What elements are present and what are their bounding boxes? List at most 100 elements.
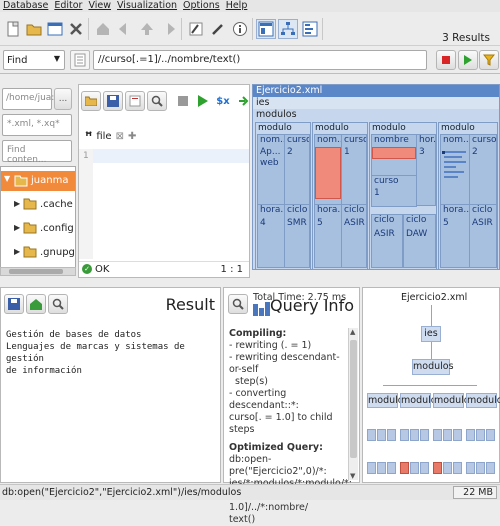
menu-help[interactable]: Help bbox=[223, 0, 251, 12]
mode-select[interactable]: Find ▼ bbox=[3, 50, 65, 70]
map-cell[interactable]: ciclo bbox=[371, 214, 403, 268]
save-result-icon[interactable] bbox=[4, 294, 24, 314]
highlighted-cell[interactable] bbox=[315, 147, 341, 199]
menu-editor[interactable]: Editor bbox=[51, 0, 85, 12]
file-tree-item[interactable]: .gnupg bbox=[40, 247, 75, 258]
tree-node-modulo[interactable]: modulo bbox=[367, 393, 404, 408]
map-cell[interactable]: curso bbox=[284, 134, 310, 206]
collapsed-icon: ▶ bbox=[14, 199, 21, 208]
map-modulos[interactable]: modulos bbox=[253, 109, 499, 121]
folder-icon bbox=[14, 175, 28, 187]
tree-view-icon[interactable] bbox=[278, 19, 298, 39]
horizontal-scrollbar[interactable] bbox=[0, 267, 76, 276]
save-icon[interactable] bbox=[103, 91, 123, 111]
search-icon[interactable] bbox=[48, 294, 68, 314]
map-view[interactable]: Ejercicio2.xml ies modulos modulo nom...… bbox=[252, 84, 500, 270]
tab-label: file bbox=[96, 130, 112, 142]
file-tree-item[interactable]: juanma bbox=[31, 175, 68, 186]
editor-status: ✓ OK 1 : 1 bbox=[79, 261, 249, 277]
map-cell[interactable]: curso bbox=[469, 134, 497, 206]
timing-chart-icon bbox=[253, 302, 271, 316]
map-cell[interactable]: hora... bbox=[314, 204, 342, 268]
home-icon[interactable] bbox=[93, 19, 113, 39]
save-as-icon[interactable] bbox=[125, 91, 145, 111]
menu-visualization[interactable]: Visualization bbox=[114, 0, 180, 12]
up-icon[interactable] bbox=[137, 19, 157, 39]
map-cell-value: ASIR bbox=[472, 218, 493, 228]
properties-icon[interactable] bbox=[45, 19, 65, 39]
filter-button[interactable] bbox=[479, 50, 499, 70]
search-icon[interactable] bbox=[147, 91, 167, 111]
map-cell[interactable]: ciclo bbox=[469, 204, 497, 268]
info-step: curso[. = 1.0] to child steps bbox=[229, 412, 333, 435]
code-editor[interactable] bbox=[95, 149, 249, 259]
open-file-icon[interactable] bbox=[81, 91, 101, 111]
close-tab-icon[interactable]: ⊠ bbox=[116, 131, 124, 142]
info-step: - rewriting (. = 1) bbox=[229, 340, 312, 351]
info-title: Query Info bbox=[270, 296, 354, 315]
map-cell[interactable]: nom... bbox=[440, 134, 470, 206]
result-panel: Result Gestión de bases de datos Lenguaj… bbox=[0, 287, 221, 483]
tree-node-modulo[interactable]: modulo bbox=[466, 393, 500, 408]
map-cell[interactable]: ciclo bbox=[341, 204, 367, 268]
map-cell[interactable]: ciclo bbox=[284, 204, 310, 268]
map-cell[interactable]: hor... bbox=[416, 134, 436, 206]
add-tab-icon[interactable]: ✚ bbox=[128, 131, 136, 142]
edit-icon[interactable] bbox=[186, 19, 206, 39]
find-content-field[interactable]: Find conten... bbox=[2, 140, 72, 165]
tree-leaf-row[interactable] bbox=[367, 462, 497, 476]
vertical-scrollbar[interactable]: ▲ ▼ bbox=[348, 328, 358, 480]
results-count: 3 Results bbox=[442, 32, 490, 44]
forward-icon[interactable] bbox=[159, 19, 179, 39]
map-cell-value: 3 bbox=[419, 147, 425, 157]
filter-icon[interactable] bbox=[208, 19, 228, 39]
tree-root[interactable]: Ejercicio2.xml bbox=[401, 292, 467, 303]
memory-usage[interactable]: 22 MB bbox=[453, 486, 497, 499]
tree-view[interactable]: Ejercicio2.xml ies modulos modulo modulo… bbox=[362, 287, 500, 483]
map-cell-value: 5 bbox=[317, 218, 323, 228]
run-button[interactable] bbox=[458, 50, 478, 70]
back-icon[interactable] bbox=[115, 19, 135, 39]
browse-button[interactable]: ... bbox=[54, 88, 72, 110]
folder-view-icon[interactable] bbox=[300, 19, 320, 39]
menu-options[interactable]: Options bbox=[180, 0, 223, 12]
tree-node-modulos[interactable]: modulos bbox=[412, 359, 454, 375]
home-icon[interactable] bbox=[26, 294, 46, 314]
info-icon[interactable] bbox=[230, 19, 250, 39]
tree-leaf-row[interactable] bbox=[367, 429, 497, 443]
run-icon[interactable] bbox=[193, 91, 213, 111]
menu-view[interactable]: View bbox=[85, 0, 114, 12]
map-cell[interactable]: hora... bbox=[257, 204, 285, 268]
query-input[interactable]: //curso[.=1]/../nombre/text() bbox=[93, 50, 427, 70]
tree-node-modulo[interactable]: modulo bbox=[433, 393, 470, 408]
filter-field[interactable]: *.xml, *.xq* bbox=[2, 114, 72, 136]
go-icon[interactable] bbox=[233, 91, 253, 111]
info-step: - rewriting descendant-or-self bbox=[229, 352, 340, 375]
tree-node-modulo[interactable]: modulo bbox=[400, 393, 437, 408]
folder-icon bbox=[23, 198, 37, 210]
variables-icon[interactable]: $x bbox=[213, 91, 233, 111]
close-database-icon[interactable] bbox=[66, 19, 86, 39]
map-ies[interactable]: ies bbox=[253, 97, 499, 109]
path-field[interactable]: /home/jua: bbox=[2, 88, 54, 110]
file-tree[interactable]: ▼ juanma ▶ .cache ▶ .config ▶ .gnupg bbox=[0, 166, 76, 270]
file-tree-item[interactable]: .config bbox=[40, 223, 74, 234]
result-text[interactable]: Gestión de bases de datos Lenguajes de m… bbox=[6, 329, 220, 377]
stop-button[interactable] bbox=[436, 50, 456, 70]
map-cell[interactable]: curso bbox=[341, 134, 367, 206]
editor-tab[interactable]: ꟸ file ⊠ ✚ bbox=[85, 129, 136, 143]
history-icon[interactable] bbox=[70, 50, 90, 70]
open-database-icon[interactable] bbox=[24, 19, 44, 39]
menu-database[interactable]: Database bbox=[0, 0, 51, 12]
map-view-icon[interactable] bbox=[256, 19, 276, 39]
tree-node-ies[interactable]: ies bbox=[421, 326, 441, 342]
map-cell[interactable]: hora... bbox=[440, 204, 470, 268]
toolbar: 3 Results bbox=[0, 12, 500, 46]
stop-icon[interactable] bbox=[173, 91, 193, 111]
map-cell[interactable]: ciclo bbox=[403, 214, 436, 268]
file-tree-item[interactable]: .cache bbox=[40, 199, 73, 210]
highlighted-cell[interactable] bbox=[372, 147, 416, 159]
status-ok: OK bbox=[95, 264, 110, 275]
new-database-icon[interactable] bbox=[3, 19, 23, 39]
search-icon[interactable] bbox=[228, 294, 248, 314]
